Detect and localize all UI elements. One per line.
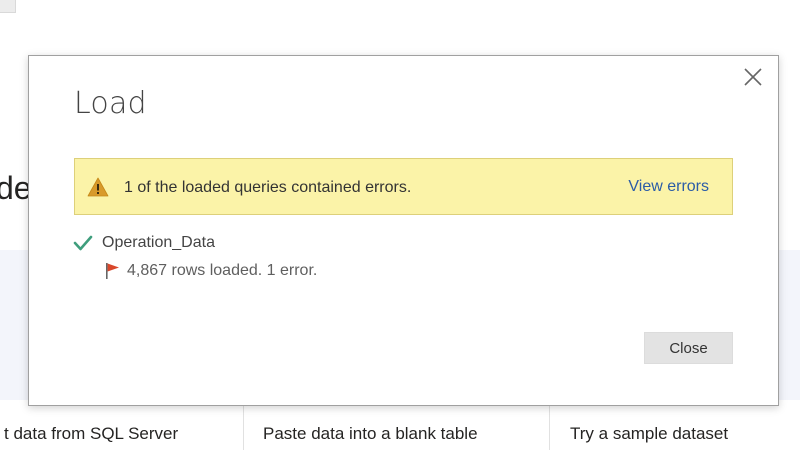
warning-triangle-icon (87, 177, 109, 197)
load-dialog: Load 1 of the loaded queries contained e… (28, 55, 779, 406)
checkmark-icon (73, 235, 93, 251)
query-item: Operation_Data (73, 234, 215, 252)
dialog-title: Load (74, 86, 147, 121)
warning-message: 1 of the loaded queries contained errors… (124, 179, 412, 196)
warning-banner: 1 of the loaded queries contained errors… (74, 158, 733, 215)
paste-data-link[interactable]: Paste data into a blank table (263, 424, 478, 444)
link-separator (549, 404, 550, 450)
background-get-data-links: t data from SQL Server Paste data into a… (0, 404, 800, 450)
background-corner (0, 0, 16, 13)
sample-dataset-link[interactable]: Try a sample dataset (570, 424, 728, 444)
get-data-sql-server-link[interactable]: t data from SQL Server (4, 424, 178, 444)
flag-icon (106, 263, 119, 279)
close-icon[interactable] (742, 66, 764, 88)
query-name: Operation_Data (102, 234, 215, 251)
background-heading: de (0, 170, 32, 206)
link-separator (243, 404, 244, 450)
close-button[interactable]: Close (644, 332, 733, 364)
view-errors-link[interactable]: View errors (628, 178, 709, 196)
rows-loaded-status: 4,867 rows loaded. 1 error. (127, 262, 318, 279)
query-detail: 4,867 rows loaded. 1 error. (105, 262, 317, 280)
